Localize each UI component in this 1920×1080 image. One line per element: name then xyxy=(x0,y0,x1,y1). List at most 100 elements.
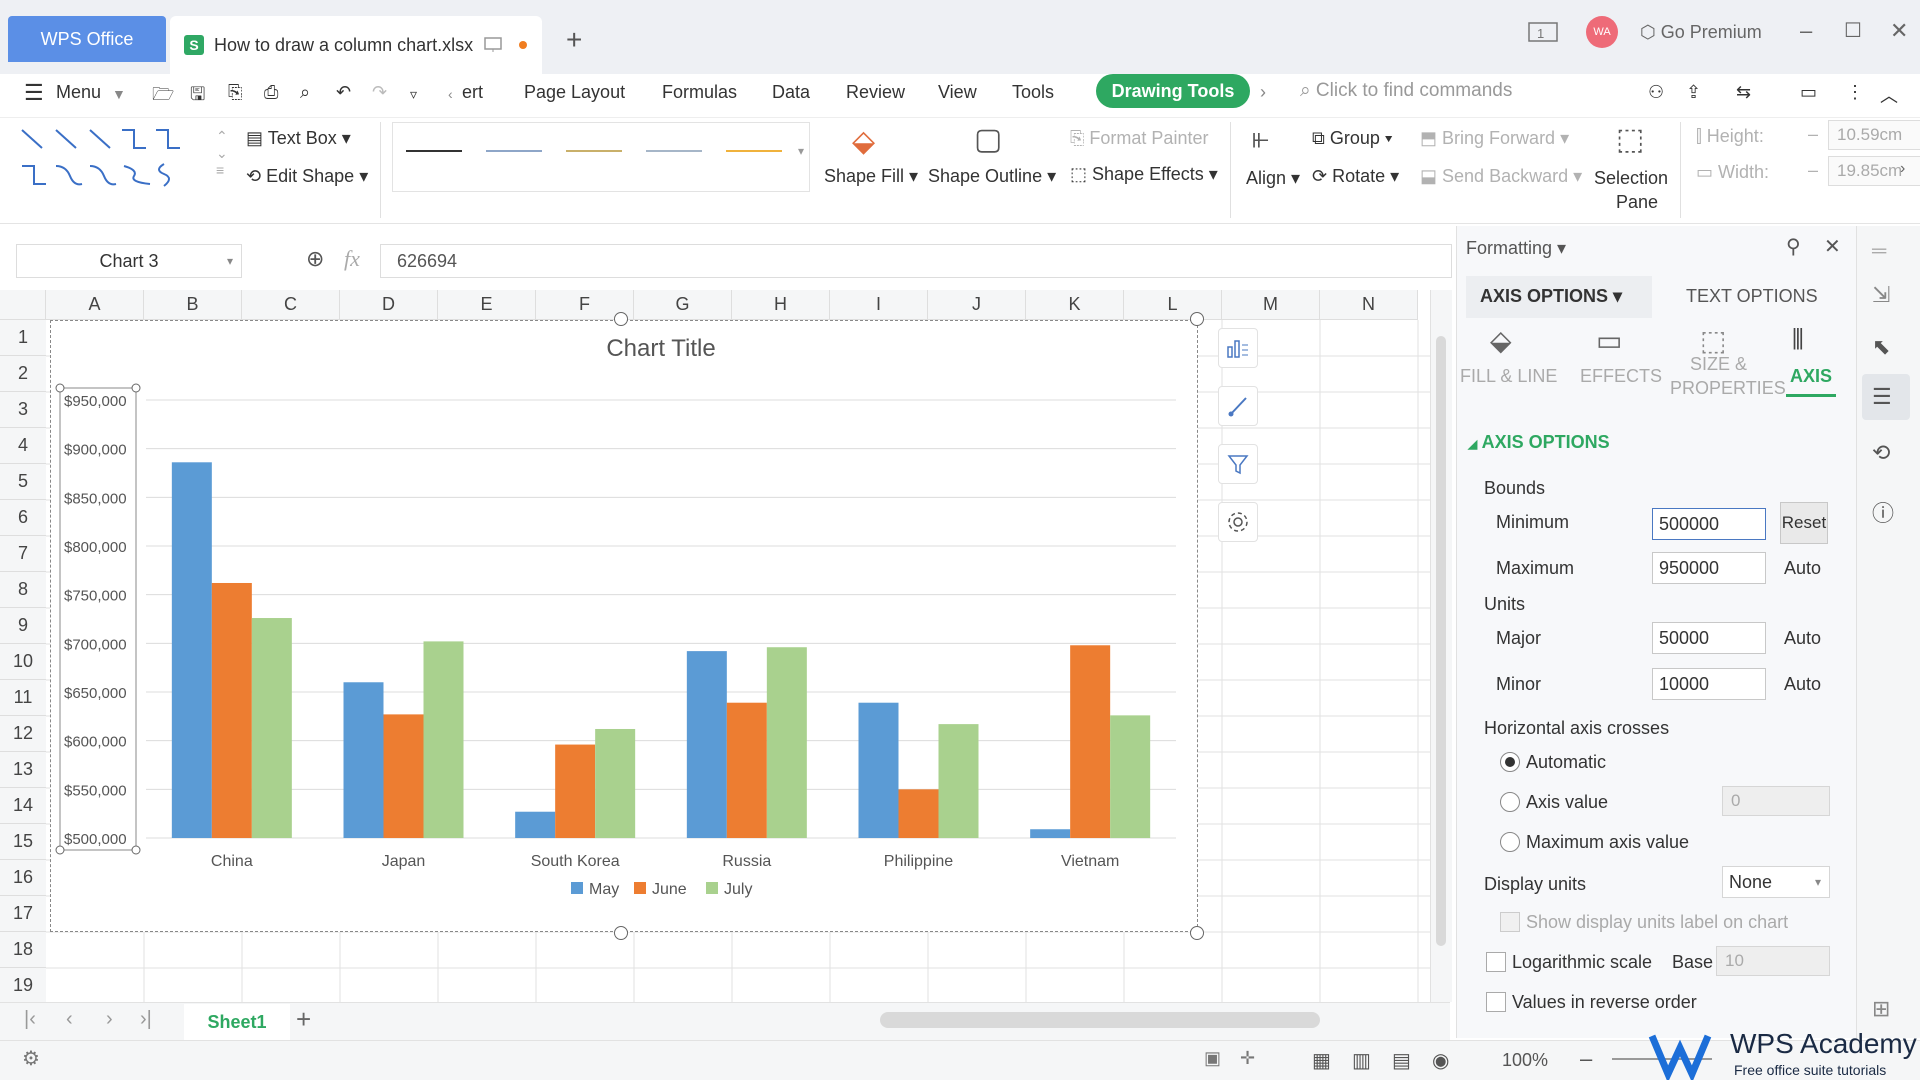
bar-may-vietnam[interactable] xyxy=(1030,829,1071,838)
width-decrement-button[interactable]: – xyxy=(1808,160,1818,181)
row-header-18[interactable]: 18 xyxy=(0,932,46,968)
row-header-1[interactable]: 1 xyxy=(0,320,46,356)
command-search[interactable]: ⌕ Click to find commands xyxy=(1300,80,1512,102)
chart-filter-button[interactable] xyxy=(1218,444,1258,484)
hamburger-icon[interactable]: ☰ xyxy=(24,80,44,106)
row-header-12[interactable]: 12 xyxy=(0,716,46,752)
resize-handle-top-right[interactable] xyxy=(1190,312,1204,326)
legend-swatch-june[interactable] xyxy=(634,882,646,894)
subtab-axis[interactable]: AXIS xyxy=(1790,366,1832,387)
major-auto-button[interactable]: Auto xyxy=(1784,628,1821,649)
chart-elements-button[interactable] xyxy=(1218,328,1258,368)
format-painter-quick-icon[interactable]: ⎘ xyxy=(228,82,242,103)
fx-icon[interactable]: fx xyxy=(344,246,360,272)
row-header-9[interactable]: 9 xyxy=(0,608,46,644)
column-header-K[interactable]: K xyxy=(1026,290,1124,320)
next-sheet-icon[interactable]: › xyxy=(106,1008,113,1031)
axis-selection-handle[interactable] xyxy=(131,845,141,855)
rail-help-icon[interactable]: ⓘ xyxy=(1872,496,1894,528)
subtab-size-properties[interactable]: SIZE & xyxy=(1690,354,1747,375)
bar-july-south-korea[interactable] xyxy=(595,728,636,838)
height-input[interactable]: 10.59cm xyxy=(1828,120,1920,150)
bar-may-japan[interactable] xyxy=(343,682,384,838)
column-header-H[interactable]: H xyxy=(732,290,830,320)
axis-selection-handle[interactable] xyxy=(131,383,141,393)
row-header-10[interactable]: 10 xyxy=(0,644,46,680)
go-premium-button[interactable]: ⬡ Go Premium xyxy=(1640,22,1762,43)
legend-label-may[interactable]: May xyxy=(589,881,619,898)
name-box[interactable]: Chart 3 ▾ xyxy=(16,244,242,278)
subtab-effects[interactable]: EFFECTS xyxy=(1580,366,1662,387)
y-tick-label[interactable]: $550,000 xyxy=(64,782,127,799)
y-tick-label[interactable]: $600,000 xyxy=(64,734,127,751)
formula-input[interactable]: 626694 xyxy=(380,244,1452,278)
y-tick-label[interactable]: $800,000 xyxy=(64,539,127,556)
axis-value-input[interactable]: 0 xyxy=(1722,786,1830,816)
chart-settings-button[interactable] xyxy=(1218,502,1258,542)
print-preview-icon[interactable]: ⌕ xyxy=(300,82,310,103)
shape-outline-button[interactable]: Shape Outline ▾ xyxy=(928,166,1056,187)
open-folder-icon[interactable]: 🗁 xyxy=(152,82,174,112)
rail-properties-icon[interactable]: ☰ xyxy=(1872,384,1892,410)
x-tick-label[interactable]: China xyxy=(211,853,253,870)
last-sheet-icon[interactable]: ›| xyxy=(140,1008,152,1031)
avatar[interactable]: WA xyxy=(1586,16,1618,48)
row-header-14[interactable]: 14 xyxy=(0,788,46,824)
row-header-16[interactable]: 16 xyxy=(0,860,46,896)
scroll-left-icon[interactable]: ‹ xyxy=(448,86,453,102)
column-header-B[interactable]: B xyxy=(144,290,242,320)
tab-insert[interactable]: ert xyxy=(462,82,483,103)
reverse-order-checkbox[interactable] xyxy=(1486,992,1506,1012)
row-header-17[interactable]: 17 xyxy=(0,896,46,932)
menu-button[interactable]: Menu xyxy=(56,82,101,103)
column-header-E[interactable]: E xyxy=(438,290,536,320)
new-tab-button[interactable]: + xyxy=(566,24,582,56)
legend-swatch-july[interactable] xyxy=(706,882,718,894)
pane-header[interactable]: Formatting ▾ xyxy=(1466,238,1566,259)
page-layout-view-icon[interactable]: ▥ xyxy=(1352,1048,1371,1073)
minor-input[interactable]: 10000 xyxy=(1652,668,1766,700)
zoom-out-button[interactable]: – xyxy=(1580,1046,1592,1072)
rotate-button[interactable]: ⟳ Rotate ▾ xyxy=(1312,166,1399,187)
line-style-blue[interactable] xyxy=(486,150,542,152)
save-icon[interactable]: 🖫 xyxy=(190,82,205,112)
line-style-gray[interactable] xyxy=(646,150,702,152)
pin-icon[interactable]: ⚲ xyxy=(1786,234,1801,259)
column-header-A[interactable]: A xyxy=(46,290,144,320)
line-style-black[interactable] xyxy=(406,150,462,152)
bring-forward-button[interactable]: ⬒ Bring Forward ▾ xyxy=(1420,128,1569,149)
minimum-input[interactable]: 500000 xyxy=(1652,508,1766,540)
normal-view-icon[interactable]: ▦ xyxy=(1312,1048,1331,1073)
column-header-L[interactable]: L xyxy=(1124,290,1222,320)
undo-icon[interactable]: ↶ xyxy=(336,82,351,103)
more-options-icon[interactable]: ⋮ xyxy=(1846,82,1864,103)
add-sheet-button[interactable]: + xyxy=(296,1004,311,1035)
maximum-input[interactable]: 950000 xyxy=(1652,552,1766,584)
base-input[interactable]: 10 xyxy=(1716,946,1830,976)
minor-auto-button[interactable]: Auto xyxy=(1784,674,1821,695)
log-scale-label[interactable]: Logarithmic scale xyxy=(1512,952,1652,973)
bar-june-philippine[interactable] xyxy=(898,789,939,838)
bar-june-china[interactable] xyxy=(211,582,252,838)
sync-icon[interactable]: ⇆ xyxy=(1736,82,1751,103)
column-header-D[interactable]: D xyxy=(340,290,438,320)
minimize-button[interactable]: – xyxy=(1800,18,1812,44)
scroll-right-icon[interactable]: › xyxy=(1260,82,1266,103)
text-box-button[interactable]: ▤ Text Box ▾ xyxy=(246,128,351,149)
resize-handle-top[interactable] xyxy=(614,312,628,326)
tab-page-layout[interactable]: Page Layout xyxy=(524,82,625,103)
x-tick-label[interactable]: Vietnam xyxy=(1061,853,1119,870)
bar-july-russia[interactable] xyxy=(766,647,807,838)
page-break-view-icon[interactable]: ▤ xyxy=(1392,1048,1411,1073)
bar-june-russia[interactable] xyxy=(726,702,767,838)
redo-icon[interactable]: ↷ xyxy=(372,82,387,103)
bar-july-japan[interactable] xyxy=(423,641,464,838)
y-tick-label[interactable]: $850,000 xyxy=(64,490,127,507)
shape-effects-button[interactable]: ⬚ Shape Effects ▾ xyxy=(1070,164,1218,185)
document-tab[interactable]: S How to draw a column chart.xlsx xyxy=(170,16,542,74)
select-all-corner[interactable] xyxy=(0,290,46,320)
sheet-tab-sheet1[interactable]: Sheet1 xyxy=(184,1004,290,1040)
resize-handle-bottom-right[interactable] xyxy=(1190,926,1204,940)
maximum-auto-button[interactable]: Auto xyxy=(1784,558,1821,579)
ribbon-scroll-right-icon[interactable]: › xyxy=(1900,160,1905,178)
